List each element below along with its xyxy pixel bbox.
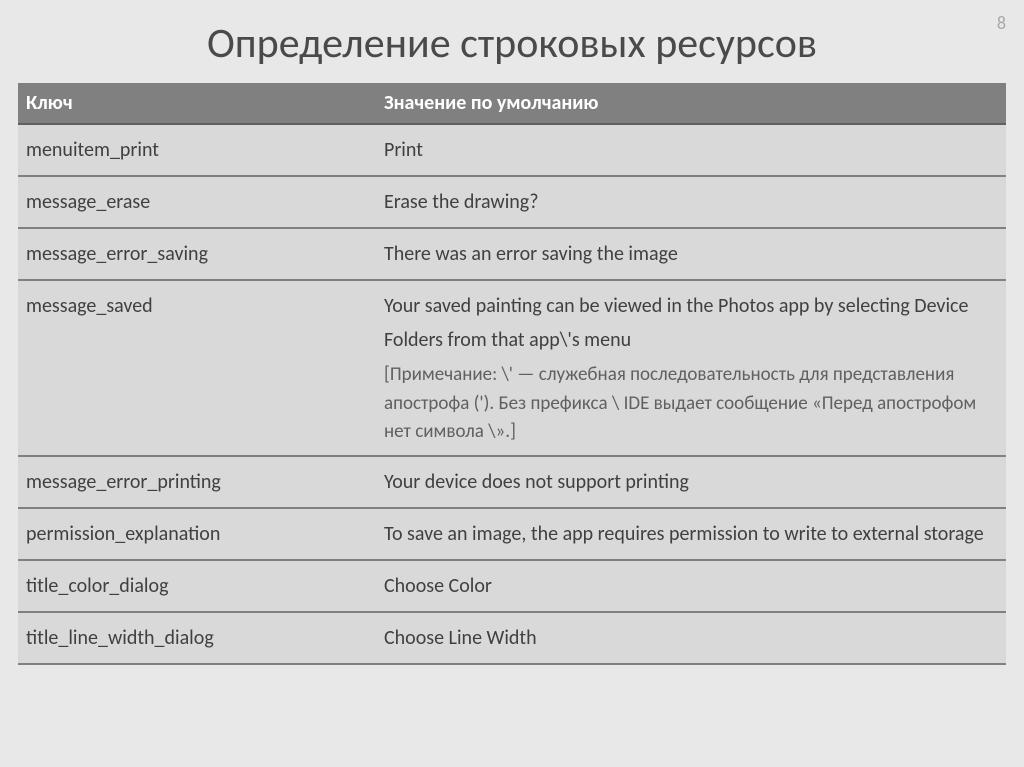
cell-key: permission_explanation <box>18 508 376 560</box>
cell-note: [Примечание: \' — служебная последовател… <box>384 361 998 447</box>
cell-key: message_error_printing <box>18 456 376 508</box>
header-key: Ключ <box>18 83 376 124</box>
page-number: 8 <box>997 12 1006 34</box>
table-row: message_erase Erase the drawing? <box>18 176 1006 228</box>
cell-key: menuitem_print <box>18 124 376 176</box>
table-row: title_line_width_dialog Choose Line Widt… <box>18 612 1006 664</box>
table-row: message_saved Your saved painting can be… <box>18 280 1006 456</box>
cell-key: message_erase <box>18 176 376 228</box>
header-value: Значение по умолчанию <box>376 83 1006 124</box>
cell-key: message_error_saving <box>18 228 376 280</box>
string-resources-table: Ключ Значение по умолчанию menuitem_prin… <box>18 83 1006 665</box>
table-row: menuitem_print Print <box>18 124 1006 176</box>
cell-value-text: Your saved painting can be viewed in the… <box>384 294 968 352</box>
page-title: Определение строковых ресурсов <box>0 0 1024 83</box>
cell-key: title_line_width_dialog <box>18 612 376 664</box>
table-header-row: Ключ Значение по умолчанию <box>18 83 1006 124</box>
cell-value: Your device does not support printing <box>376 456 1006 508</box>
cell-value: Print <box>376 124 1006 176</box>
cell-value: There was an error saving the image <box>376 228 1006 280</box>
cell-value: Choose Color <box>376 560 1006 612</box>
table-row: message_error_saving There was an error … <box>18 228 1006 280</box>
cell-key: message_saved <box>18 280 376 456</box>
cell-key: title_color_dialog <box>18 560 376 612</box>
cell-value: To save an image, the app requires permi… <box>376 508 1006 560</box>
cell-value: Your saved painting can be viewed in the… <box>376 280 1006 456</box>
table-row: permission_explanation To save an image,… <box>18 508 1006 560</box>
table-row: message_error_printing Your device does … <box>18 456 1006 508</box>
cell-value: Erase the drawing? <box>376 176 1006 228</box>
table-row: title_color_dialog Choose Color <box>18 560 1006 612</box>
cell-value: Choose Line Width <box>376 612 1006 664</box>
